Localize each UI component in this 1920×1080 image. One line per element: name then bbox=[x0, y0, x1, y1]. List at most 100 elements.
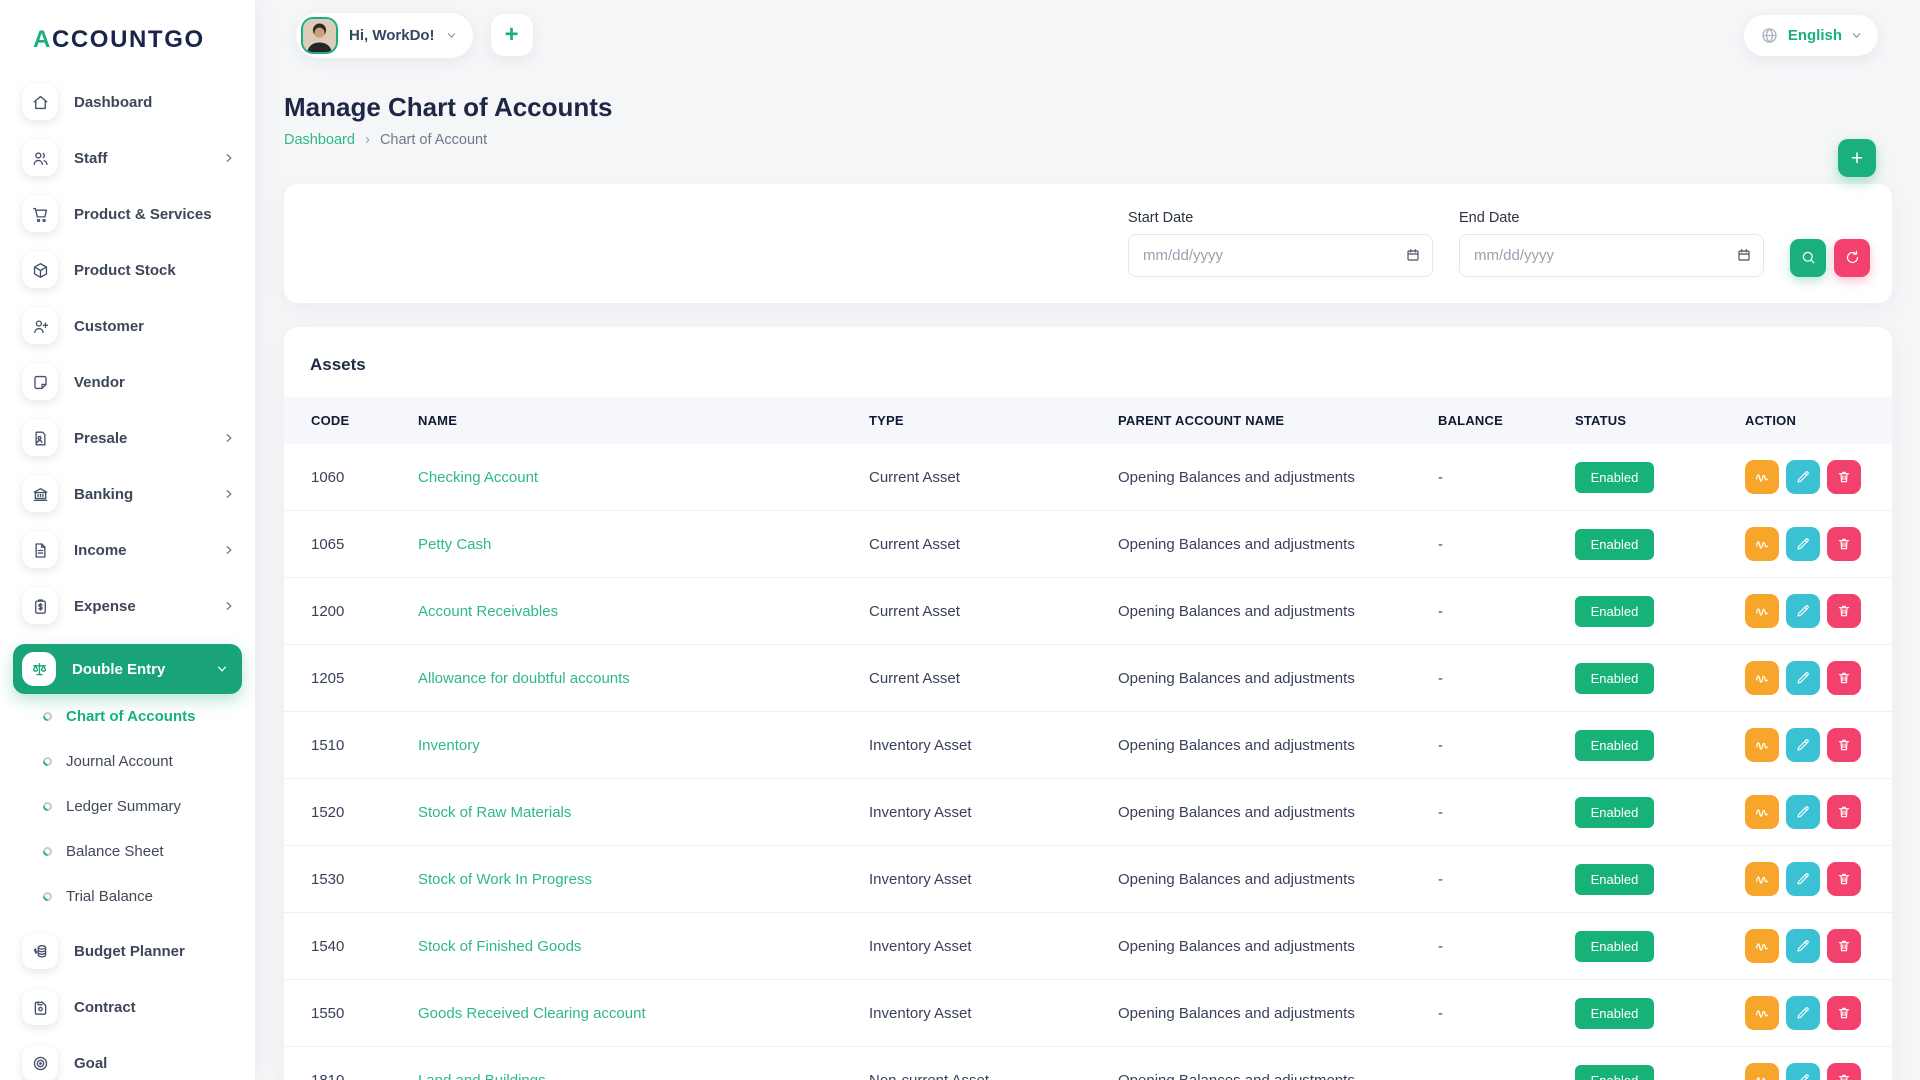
account-name-link[interactable]: Checking Account bbox=[418, 469, 538, 486]
search-button[interactable] bbox=[1790, 238, 1826, 277]
edit-button[interactable] bbox=[1786, 661, 1820, 695]
delete-button[interactable] bbox=[1827, 661, 1861, 695]
cell-parent: Opening Balances and adjustments bbox=[1118, 444, 1438, 511]
delete-button[interactable] bbox=[1827, 996, 1861, 1030]
activity-button[interactable] bbox=[1745, 527, 1779, 561]
activity-button[interactable] bbox=[1745, 661, 1779, 695]
activity-button[interactable] bbox=[1745, 996, 1779, 1030]
delete-button[interactable] bbox=[1827, 594, 1861, 628]
assets-card: Assets CODE NAME TYPE PARENT ACCOUNT NAM… bbox=[284, 327, 1892, 1080]
chevron-right-icon bbox=[223, 600, 235, 612]
activity-button[interactable] bbox=[1745, 929, 1779, 963]
edit-icon bbox=[1795, 871, 1811, 887]
cell-action bbox=[1745, 711, 1892, 779]
end-date-input[interactable] bbox=[1459, 234, 1764, 277]
delete-button[interactable] bbox=[1827, 862, 1861, 896]
sidebar-item-budget-planner[interactable]: Budget Planner bbox=[22, 933, 241, 969]
start-date-input[interactable] bbox=[1128, 234, 1433, 277]
page-content: Manage Chart of Accounts Dashboard › Cha… bbox=[255, 92, 1920, 1080]
table-row: 1540 Stock of Finished Goods Inventory A… bbox=[284, 912, 1892, 980]
chevron-down-icon bbox=[216, 663, 228, 675]
edit-button[interactable] bbox=[1786, 929, 1820, 963]
account-name-link[interactable]: Stock of Raw Materials bbox=[418, 804, 571, 821]
edit-button[interactable] bbox=[1786, 527, 1820, 561]
add-account-button[interactable]: + bbox=[1838, 139, 1876, 177]
account-name-link[interactable]: Account Receivables bbox=[418, 603, 558, 620]
activity-button[interactable] bbox=[1745, 460, 1779, 494]
brand-logo[interactable]: ACCOUNTGO bbox=[0, 0, 255, 54]
filter-card: Start Date End Date bbox=[284, 184, 1892, 303]
cell-name: Inventory bbox=[418, 711, 869, 779]
sidebar-item-customer[interactable]: Customer bbox=[22, 308, 241, 344]
sidebar-item-staff[interactable]: Staff bbox=[22, 140, 241, 176]
breadcrumb-dashboard-link[interactable]: Dashboard bbox=[284, 132, 355, 148]
sidebar-subitem-journal-account[interactable]: Journal Account bbox=[41, 753, 255, 770]
activity-icon bbox=[1754, 670, 1770, 686]
expense-icon bbox=[22, 588, 58, 624]
sidebar-item-contract[interactable]: Contract bbox=[22, 989, 241, 1025]
activity-button[interactable] bbox=[1745, 1063, 1779, 1080]
note-icon bbox=[22, 364, 58, 400]
bullet-icon bbox=[41, 710, 54, 723]
edit-button[interactable] bbox=[1786, 594, 1820, 628]
activity-button[interactable] bbox=[1745, 594, 1779, 628]
sidebar-item-goal[interactable]: Goal bbox=[22, 1045, 241, 1080]
sidebar-item-product-stock[interactable]: Product Stock bbox=[22, 252, 241, 288]
cell-action bbox=[1745, 912, 1892, 980]
sidebar-subitem-ledger-summary[interactable]: Ledger Summary bbox=[41, 798, 255, 815]
delete-button[interactable] bbox=[1827, 728, 1861, 762]
account-name-link[interactable]: Goods Received Clearing account bbox=[418, 1005, 646, 1022]
edit-button[interactable] bbox=[1786, 460, 1820, 494]
delete-button[interactable] bbox=[1827, 929, 1861, 963]
edit-button[interactable] bbox=[1786, 795, 1820, 829]
delete-button[interactable] bbox=[1827, 795, 1861, 829]
sidebar-item-banking[interactable]: Banking bbox=[22, 476, 241, 512]
cell-balance: - bbox=[1438, 444, 1575, 511]
cell-parent: Opening Balances and adjustments bbox=[1118, 1046, 1438, 1080]
cell-parent: Opening Balances and adjustments bbox=[1118, 644, 1438, 712]
cell-action bbox=[1745, 444, 1892, 511]
sidebar-item-income[interactable]: Income bbox=[22, 532, 241, 568]
quick-add-button[interactable]: + bbox=[490, 14, 533, 56]
double-entry-submenu: Chart of Accounts Journal Account Ledger… bbox=[0, 708, 255, 905]
activity-button[interactable] bbox=[1745, 728, 1779, 762]
account-name-link[interactable]: Land and Buildings bbox=[418, 1072, 546, 1080]
refresh-icon bbox=[1844, 249, 1861, 266]
sidebar-item-expense[interactable]: Expense bbox=[22, 588, 241, 624]
sidebar-item-vendor[interactable]: Vendor bbox=[22, 364, 241, 400]
account-name-link[interactable]: Petty Cash bbox=[418, 536, 491, 553]
activity-icon bbox=[1754, 1072, 1770, 1080]
cell-parent: Opening Balances and adjustments bbox=[1118, 912, 1438, 980]
sidebar-item-dashboard[interactable]: Dashboard bbox=[22, 84, 241, 120]
sidebar-subitem-chart-of-accounts[interactable]: Chart of Accounts bbox=[41, 708, 255, 725]
coins-icon bbox=[22, 933, 58, 969]
delete-button[interactable] bbox=[1827, 527, 1861, 561]
activity-button[interactable] bbox=[1745, 795, 1779, 829]
sidebar-subitem-balance-sheet[interactable]: Balance Sheet bbox=[41, 843, 255, 860]
activity-button[interactable] bbox=[1745, 862, 1779, 896]
language-selector[interactable]: English bbox=[1743, 14, 1878, 56]
sidebar-item-double-entry[interactable]: Double Entry bbox=[13, 644, 242, 694]
account-name-link[interactable]: Stock of Finished Goods bbox=[418, 938, 581, 955]
avatar bbox=[301, 16, 338, 54]
edit-button[interactable] bbox=[1786, 996, 1820, 1030]
edit-button[interactable] bbox=[1786, 1063, 1820, 1080]
cell-status: Enabled bbox=[1575, 979, 1745, 1047]
sidebar-subitem-trial-balance[interactable]: Trial Balance bbox=[41, 888, 255, 905]
delete-button[interactable] bbox=[1827, 460, 1861, 494]
reset-button[interactable] bbox=[1834, 238, 1870, 277]
sidebar-item-product-services[interactable]: Product & Services bbox=[22, 196, 241, 232]
activity-icon bbox=[1754, 603, 1770, 619]
account-name-link[interactable]: Stock of Work In Progress bbox=[418, 871, 592, 888]
account-name-link[interactable]: Inventory bbox=[418, 737, 480, 754]
delete-button[interactable] bbox=[1827, 1063, 1861, 1080]
globe-icon bbox=[1760, 26, 1779, 45]
status-badge: Enabled bbox=[1575, 997, 1654, 1029]
user-menu[interactable]: Hi, WorkDo! bbox=[296, 12, 473, 58]
table-row: 1530 Stock of Work In Progress Inventory… bbox=[284, 845, 1892, 913]
edit-button[interactable] bbox=[1786, 728, 1820, 762]
sidebar-item-presale[interactable]: Presale bbox=[22, 420, 241, 456]
cell-type: Current Asset bbox=[869, 444, 1118, 511]
account-name-link[interactable]: Allowance for doubtful accounts bbox=[418, 670, 630, 687]
edit-button[interactable] bbox=[1786, 862, 1820, 896]
